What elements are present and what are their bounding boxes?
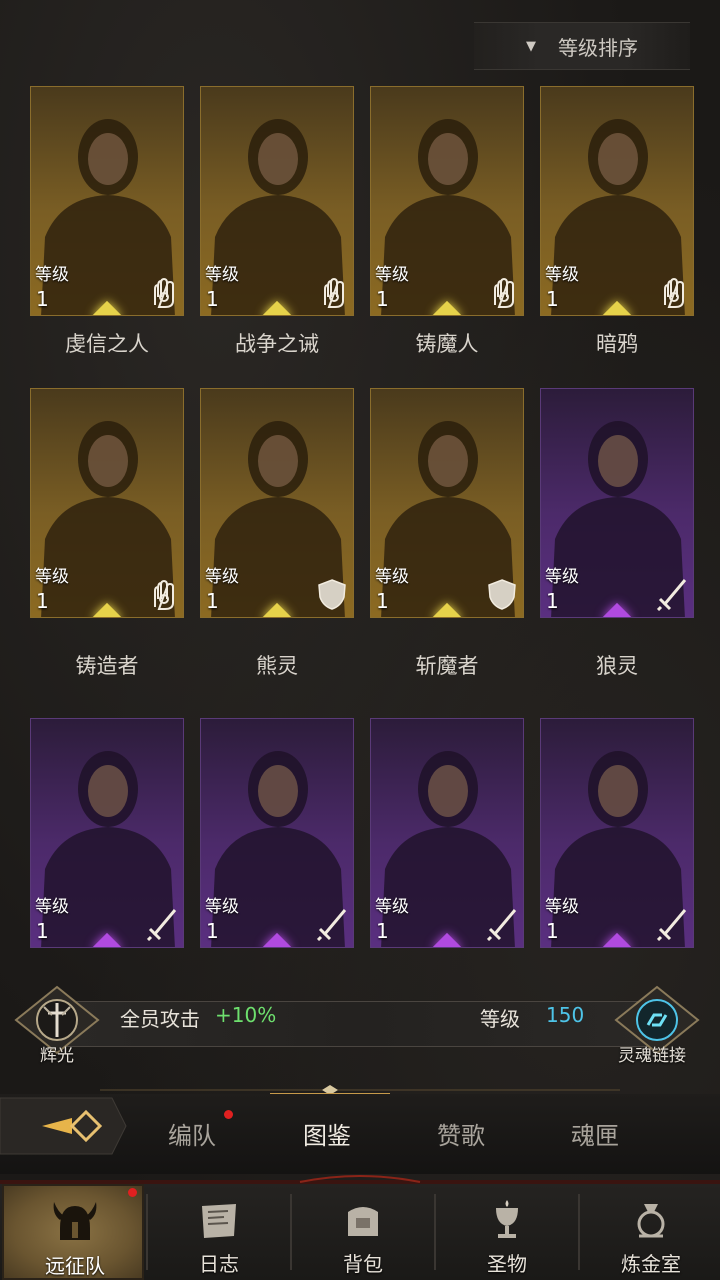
bottom-nav: 远征队 日志 背包 圣物 炼金室: [0, 1184, 720, 1280]
hero-name: 虔信之人: [65, 332, 149, 356]
hero-level-value: 1: [36, 589, 49, 613]
soul-link-label: 灵魂链接: [618, 1046, 686, 1066]
hero-level-value: 1: [36, 919, 49, 943]
hero-card[interactable]: 等级 1: [200, 86, 354, 316]
sword-icon: [317, 909, 347, 941]
nav-relics[interactable]: 圣物: [436, 1184, 578, 1280]
hero-card[interactable]: 等级 1: [200, 388, 354, 618]
sub-tab-bar: 编队 图鉴 赞歌 魂匣: [0, 1094, 720, 1174]
decorative-ember-strip: [0, 1175, 720, 1184]
tab-formation[interactable]: 编队: [168, 1116, 216, 1151]
hero-level-value: 1: [206, 919, 219, 943]
journal-icon: [202, 1204, 236, 1238]
alchemy-icon: [637, 1204, 665, 1238]
hero-level-label: 等级: [545, 897, 579, 917]
back-arrow-icon: [0, 1097, 127, 1155]
hero-card[interactable]: 等级 1: [370, 718, 524, 948]
hero-level-label: 等级: [375, 567, 409, 587]
sword-icon: [657, 579, 687, 611]
hero-level-label: 等级: [205, 265, 239, 285]
hero-level-label: 等级: [205, 567, 239, 587]
hero-card[interactable]: 等级 1: [370, 86, 524, 316]
hero-level-label: 等级: [35, 897, 69, 917]
soul-level-label: 等级: [480, 1007, 520, 1031]
hero-level-label: 等级: [545, 265, 579, 285]
tab-soul-box[interactable]: 魂匣: [571, 1116, 619, 1151]
hero-name: 暗鸦: [596, 332, 638, 356]
team-attack-bonus: +10%: [215, 1003, 277, 1027]
hero-level-label: 等级: [545, 567, 579, 587]
shield-icon: [318, 579, 346, 610]
hero-card[interactable]: 等级 1: [30, 718, 184, 948]
hand-icon: [154, 277, 174, 308]
hero-level-label: 等级: [35, 567, 69, 587]
triangle-down-icon: ▼: [526, 38, 536, 54]
hero-card[interactable]: 等级 1: [370, 388, 524, 618]
nav-backpack[interactable]: 背包: [292, 1184, 434, 1280]
hero-name: 狼灵: [596, 654, 638, 678]
hero-level-value: 1: [36, 287, 49, 311]
chalice-icon: [496, 1200, 518, 1238]
hero-card[interactable]: 等级 1: [200, 718, 354, 948]
hero-level-label: 等级: [375, 897, 409, 917]
hero-level-value: 1: [376, 589, 389, 613]
nav-expedition[interactable]: 远征队: [2, 1184, 144, 1280]
hero-level-value: 1: [376, 287, 389, 311]
tab-hymn[interactable]: 赞歌: [437, 1116, 485, 1151]
hand-icon: [324, 277, 344, 308]
backpack-icon: [348, 1207, 378, 1236]
hand-icon: [494, 277, 514, 308]
hero-name: 熊灵: [256, 654, 298, 678]
hero-card[interactable]: 等级 1: [540, 718, 694, 948]
hero-name: 铸魔人: [415, 332, 479, 356]
nav-expedition-label: 远征队: [45, 1254, 105, 1278]
tab-codex[interactable]: 图鉴: [303, 1116, 351, 1151]
hero-level-label: 等级: [205, 897, 239, 917]
nav-backpack-label: 背包: [343, 1252, 383, 1276]
hero-level-value: 1: [546, 589, 559, 613]
soul-level-value: 150: [546, 1003, 585, 1027]
hero-level-value: 1: [546, 919, 559, 943]
hand-icon: [154, 579, 174, 610]
hero-card[interactable]: 等级 1: [540, 86, 694, 316]
shield-icon: [488, 579, 516, 610]
hero-card[interactable]: 等级 1: [30, 86, 184, 316]
formation-notification-dot: [224, 1110, 233, 1119]
glory-bar: 辉光 全员攻击 +10% 等级 150 灵魂链接: [0, 985, 720, 1066]
viking-helmet-icon: [53, 1202, 97, 1240]
expedition-notification-dot: [128, 1188, 137, 1197]
hero-card[interactable]: 等级 1: [30, 388, 184, 618]
hand-icon: [664, 277, 684, 308]
team-attack-label: 全员攻击: [120, 1007, 200, 1031]
hero-level-value: 1: [206, 287, 219, 311]
nav-relics-label: 圣物: [487, 1252, 527, 1276]
hero-level-label: 等级: [35, 265, 69, 285]
back-button[interactable]: [0, 1094, 130, 1158]
hero-level-value: 1: [546, 287, 559, 311]
sort-label: 等级排序: [558, 35, 638, 60]
radiance-label: 辉光: [40, 1046, 74, 1066]
hero-name: 铸造者: [75, 654, 139, 678]
sword-icon: [147, 909, 177, 941]
hero-name: 斩魔者: [415, 654, 479, 678]
hero-level-value: 1: [376, 919, 389, 943]
sword-icon: [657, 909, 687, 941]
nav-journal-label: 日志: [199, 1252, 239, 1276]
nav-journal[interactable]: 日志: [148, 1184, 290, 1280]
sword-icon: [487, 909, 517, 941]
hero-level-label: 等级: [375, 265, 409, 285]
nav-alchemy[interactable]: 炼金室: [580, 1184, 720, 1280]
hero-level-value: 1: [206, 589, 219, 613]
sort-dropdown-button[interactable]: ▼ 等级排序: [474, 22, 690, 70]
hero-card[interactable]: 等级 1: [540, 388, 694, 618]
hero-name: 战争之诫: [235, 332, 319, 356]
nav-alchemy-label: 炼金室: [621, 1252, 681, 1276]
